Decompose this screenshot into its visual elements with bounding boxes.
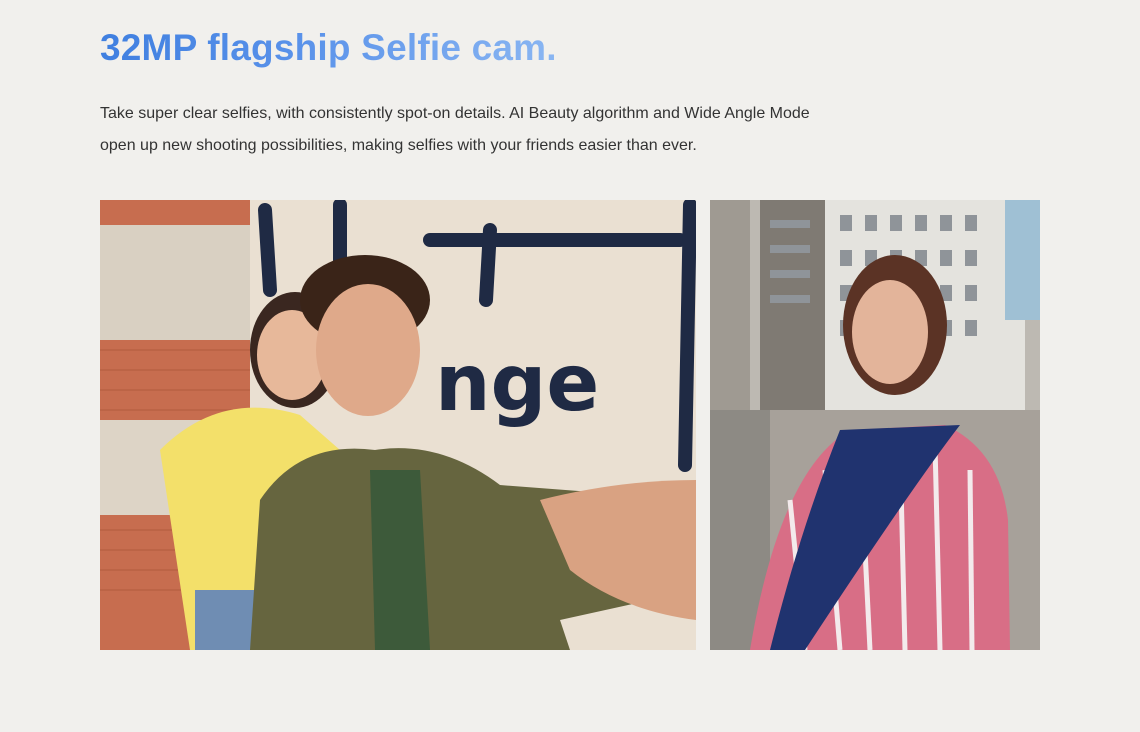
glass-building <box>1005 200 1040 320</box>
couple-selfie-photo: nge <box>100 200 696 650</box>
man-green-tshirt <box>370 470 430 650</box>
street-portrait-illustration <box>710 200 1040 650</box>
portrait-face <box>852 280 928 384</box>
building-middle <box>760 200 825 420</box>
couple-selfie-illustration: nge <box>100 200 696 650</box>
street-portrait-photo <box>710 200 1040 650</box>
feature-description: Take super clear selfies, with consisten… <box>100 105 810 154</box>
selfie-camera-feature-section: 32MP flagship Selfie cam. Take super cle… <box>0 0 1140 732</box>
feature-headline: 32MP flagship Selfie cam. <box>100 27 557 68</box>
man-face <box>316 284 420 416</box>
graffiti-text: nge <box>435 339 599 429</box>
stone-band-upper <box>100 225 250 340</box>
